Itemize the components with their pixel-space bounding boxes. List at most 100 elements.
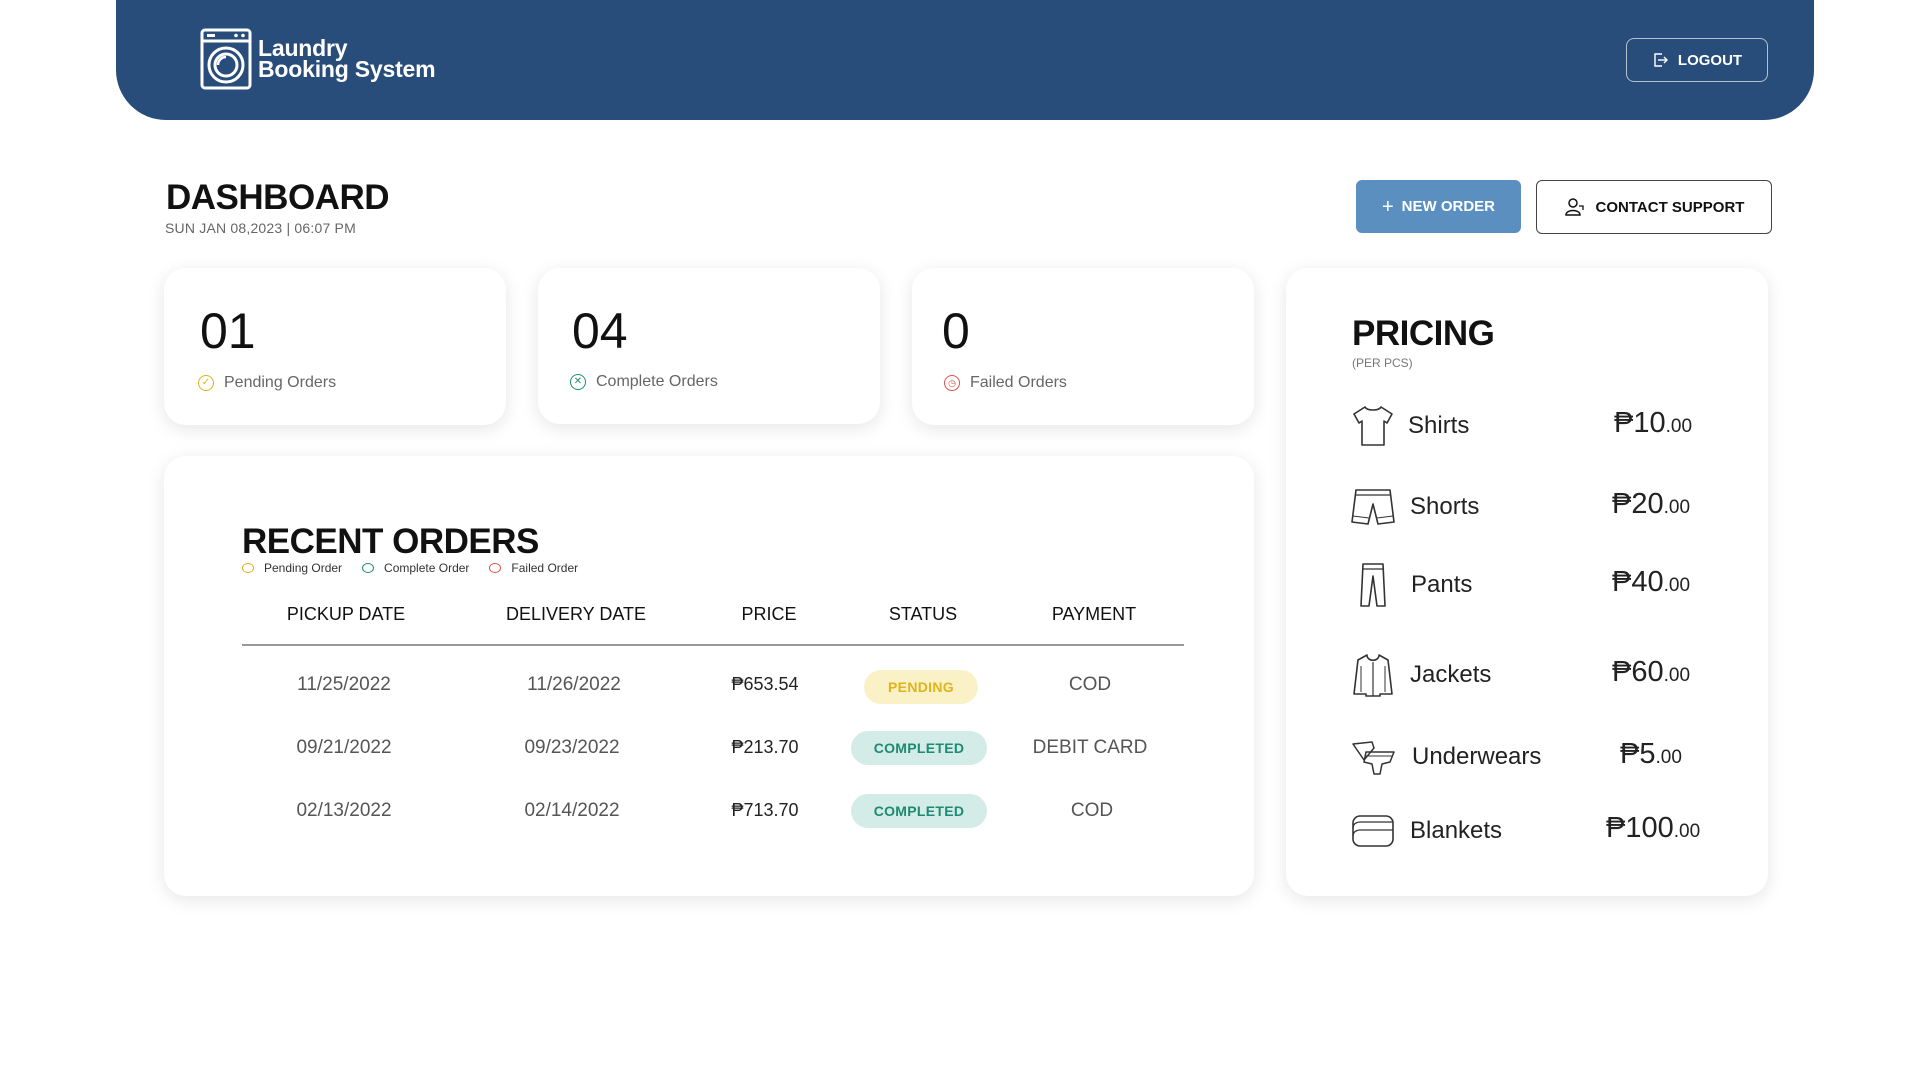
price-cents: .00 <box>1673 821 1701 842</box>
new-order-button[interactable]: + NEW ORDER <box>1356 180 1521 233</box>
cell-pickup-date: 11/25/2022 <box>297 674 391 695</box>
price-item-name: Blankets <box>1410 817 1503 844</box>
cell-delivery-date: 02/14/2022 <box>524 800 620 821</box>
legend-item-pending: Pending Order <box>242 561 342 575</box>
legend-dot-failed <box>489 563 502 573</box>
price-whole: ₱5 <box>1620 738 1656 770</box>
app-name: Laundry Booking System <box>258 37 436 82</box>
price-item-value: ₱100.00 <box>1606 812 1700 845</box>
price-whole: ₱40 <box>1612 566 1664 598</box>
stat-label-row: ✕ Complete Orders <box>570 373 718 391</box>
price-item-jackets: Jackets ₱60.00 <box>1350 652 1710 702</box>
legend-label: Failed Order <box>511 561 579 575</box>
column-header-status[interactable]: STATUS <box>889 604 957 625</box>
page-title: DASHBOARD <box>166 178 390 217</box>
cell-price: ₱213.70 <box>731 737 799 757</box>
washing-machine-icon <box>200 28 252 90</box>
stat-label-row: ✓ Pending Orders <box>198 374 336 392</box>
pricing-subtitle: (PER PCS) <box>1352 356 1413 370</box>
pricing-title: PRICING <box>1352 314 1495 353</box>
column-header-price[interactable]: PRICE <box>741 604 796 625</box>
stat-label: Failed Orders <box>970 374 1067 391</box>
stat-card-pending[interactable]: 01 ✓ Pending Orders <box>164 268 506 425</box>
price-whole: ₱10 <box>1614 407 1666 439</box>
pricing-card: PRICING (PER PCS) Shirts ₱10.00 Shorts ₱… <box>1286 268 1768 896</box>
cell-delivery-date: 11/26/2022 <box>527 674 621 695</box>
price-item-name: Shorts <box>1410 493 1480 520</box>
logout-icon <box>1654 53 1668 67</box>
stat-label: Pending Orders <box>224 374 337 391</box>
price-whole: ₱100 <box>1606 812 1674 844</box>
status-badge: COMPLETED <box>851 794 987 828</box>
recent-orders-title: RECENT ORDERS <box>242 522 539 561</box>
blanket-icon <box>1352 815 1394 847</box>
app-logo[interactable]: Laundry Booking System <box>200 28 436 90</box>
price-item-name: Shirts <box>1408 412 1470 439</box>
top-header: Laundry Booking System LOGOUT <box>116 0 1814 120</box>
cell-price: ₱653.54 <box>731 674 799 694</box>
cell-delivery-date: 09/23/2022 <box>524 737 620 758</box>
orders-legend: Pending Order Complete Order Failed Orde… <box>242 561 578 575</box>
new-order-label: NEW ORDER <box>1401 198 1496 215</box>
price-item-pants: Pants ₱40.00 <box>1350 562 1710 612</box>
cell-payment: DEBIT CARD <box>1032 737 1148 758</box>
legend-item-complete: Complete Order <box>362 561 469 575</box>
price-cents: .00 <box>1663 497 1691 518</box>
price-item-underwears: Underwears ₱5.00 <box>1350 734 1710 784</box>
check-circle-icon: ✓ <box>198 375 214 391</box>
price-whole: ₱20 <box>1612 488 1664 520</box>
cell-payment: COD <box>1068 674 1112 695</box>
status-badge: PENDING <box>864 670 978 704</box>
price-cents: .00 <box>1663 665 1691 686</box>
legend-dot-pending <box>242 563 254 573</box>
legend-label: Complete Order <box>384 561 470 575</box>
stat-card-failed[interactable]: 0 ◷ Failed Orders <box>912 268 1254 425</box>
column-header-delivery[interactable]: DELIVERY DATE <box>506 604 646 625</box>
stat-card-complete[interactable]: 04 ✕ Complete Orders <box>538 268 880 424</box>
price-cents: .00 <box>1663 575 1691 596</box>
price-item-blankets: Blankets ₱100.00 <box>1350 808 1710 858</box>
legend-dot-complete <box>362 563 375 573</box>
contact-support-label: CONTACT SUPPORT <box>1595 198 1745 216</box>
orders-table-header: PICKUP DATE DELIVERY DATE PRICE STATUS P… <box>242 594 1184 646</box>
price-item-name: Pants <box>1411 571 1473 598</box>
stat-value: 01 <box>200 303 256 359</box>
cell-payment: COD <box>1070 800 1114 821</box>
shirt-icon <box>1353 406 1393 446</box>
stat-label: Complete Orders <box>596 373 718 390</box>
stat-label-row: ◷ Failed Orders <box>944 374 1067 392</box>
price-item-shorts: Shorts ₱20.00 <box>1350 484 1710 534</box>
table-row[interactable]: 11/25/2022 11/26/2022 ₱653.54 PENDING CO… <box>242 666 1184 706</box>
stat-value: 0 <box>942 303 970 359</box>
column-header-payment[interactable]: PAYMENT <box>1052 604 1136 625</box>
cell-price: ₱713.70 <box>731 800 799 820</box>
price-cents: .00 <box>1665 416 1693 437</box>
price-cents: .00 <box>1655 747 1682 768</box>
recent-orders-card: RECENT ORDERS Pending Order Complete Ord… <box>164 456 1254 896</box>
logout-button[interactable]: LOGOUT <box>1626 38 1768 82</box>
app-name-line2: Booking System <box>258 56 436 82</box>
price-item-value: ₱40.00 <box>1612 566 1690 599</box>
table-row[interactable]: 09/21/2022 09/23/2022 ₱213.70 COMPLETED … <box>242 729 1184 769</box>
status-badge: COMPLETED <box>851 731 987 765</box>
cell-pickup-date: 02/13/2022 <box>296 800 392 821</box>
page-datetime: SUN JAN 08,2023 | 06:07 PM <box>165 220 356 236</box>
contact-support-button[interactable]: CONTACT SUPPORT <box>1536 180 1772 234</box>
price-item-value: ₱20.00 <box>1612 488 1690 521</box>
price-item-value: ₱60.00 <box>1612 656 1690 689</box>
stat-value: 04 <box>572 303 628 359</box>
plus-icon: + <box>1381 195 1394 218</box>
logout-label: LOGOUT <box>1677 51 1743 69</box>
price-item-name: Underwears <box>1412 743 1542 770</box>
price-whole: ₱60 <box>1612 656 1664 688</box>
column-header-pickup[interactable]: PICKUP DATE <box>287 604 405 625</box>
price-item-value: ₱5.00 <box>1620 738 1682 771</box>
price-item-name: Jackets <box>1410 661 1492 688</box>
x-circle-icon: ✕ <box>570 374 586 390</box>
jacket-icon <box>1353 654 1393 697</box>
table-row[interactable]: 02/13/2022 02/14/2022 ₱713.70 COMPLETED … <box>242 792 1184 832</box>
underwear-icon <box>1352 741 1395 775</box>
price-item-value: ₱10.00 <box>1614 407 1692 440</box>
price-item-shirts: Shirts ₱10.00 <box>1350 403 1710 453</box>
shorts-icon <box>1351 489 1395 525</box>
